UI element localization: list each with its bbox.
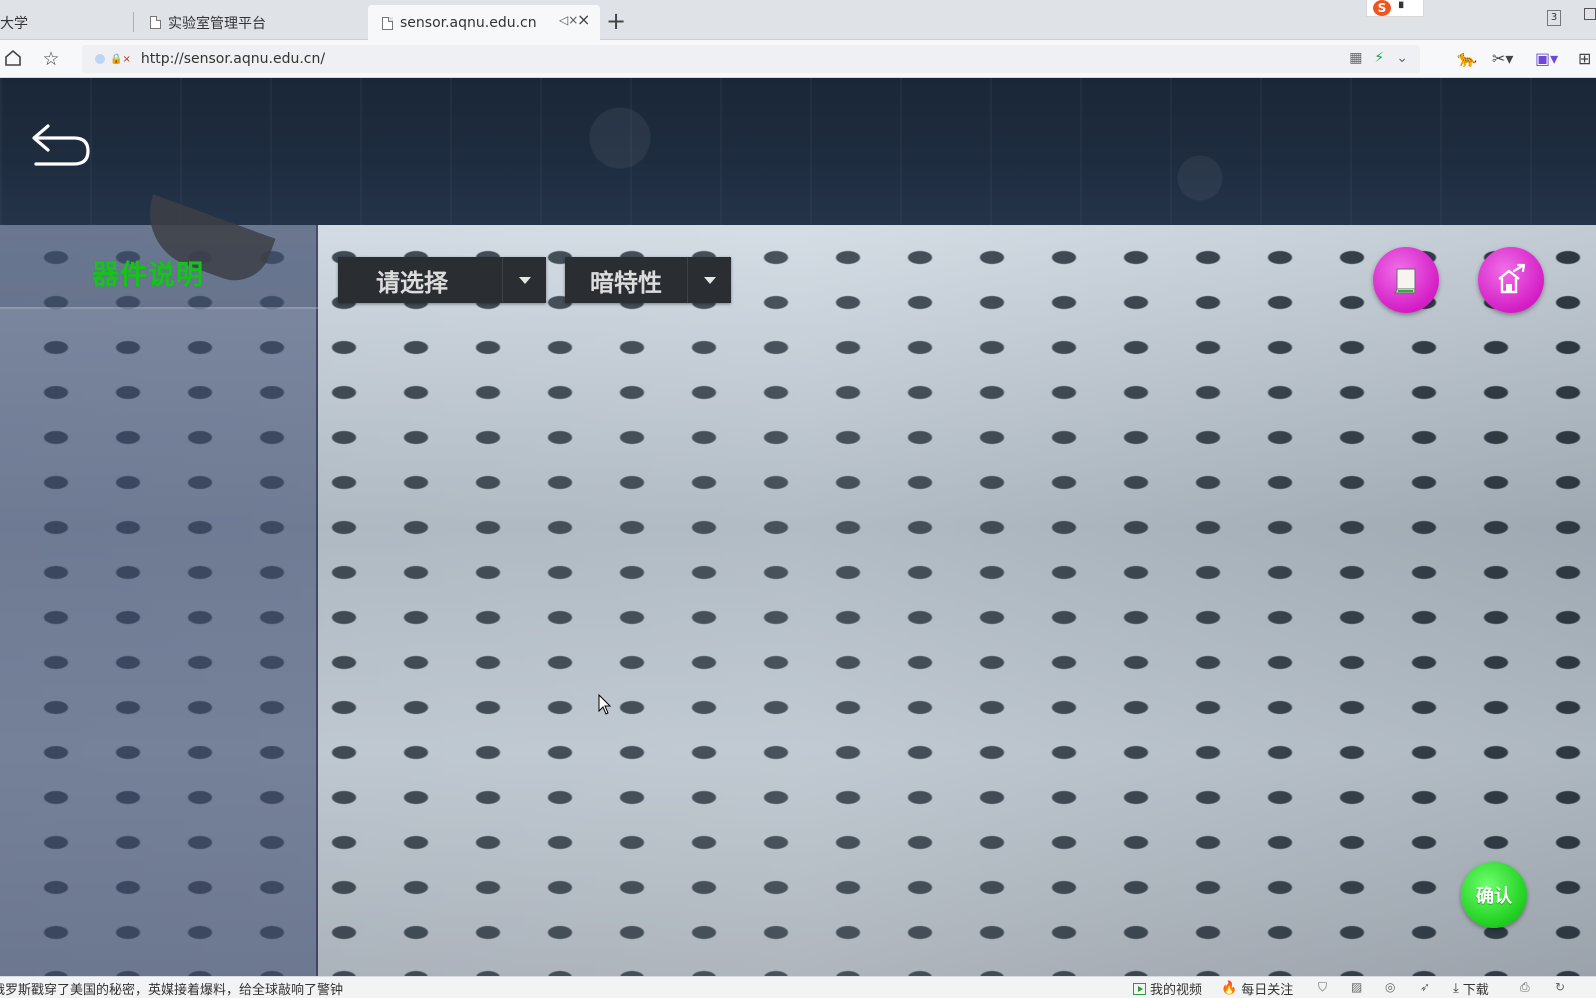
export-home-button[interactable] [1478,247,1544,313]
download-icon: ⤓ [1453,981,1459,996]
page-info-icon[interactable] [95,54,105,64]
shield-icon[interactable]: ⛉ [1318,980,1327,995]
bookmark-star-icon[interactable]: ☆ [40,48,62,70]
window-count-icon[interactable]: 3 [1547,10,1561,26]
sensor-lab-page: 器件说明 请选择 暗特性 确认 [0,78,1596,976]
printer-icon[interactable]: ⎙ [1520,980,1530,995]
device-info-panel: 器件说明 [0,194,318,976]
insecure-icon: 🔒× [110,53,131,65]
close-tab-icon[interactable]: × [577,10,590,29]
chevron-down-icon [502,257,546,303]
browser-status-bar: 俄罗斯戳穿了美国的秘密，英媒接着爆料，给全球敲响了警钟 我的视频 🔥 每日关注 … [0,976,1596,998]
speed-mode-icon[interactable]: ⚡ [1374,50,1384,66]
tab-separator [133,12,134,32]
address-bar[interactable]: 🔒× http://sensor.aqnu.edu.cn/ ▦ ⚡ ⌄ [82,45,1420,73]
screenshot-scissors-icon[interactable]: ✂▾ [1492,48,1513,70]
back-arrow-icon[interactable] [28,120,94,172]
qr-code-icon[interactable]: ▦ [1349,50,1362,66]
home-icon[interactable] [2,48,24,70]
mouse-cursor-icon [598,694,612,715]
component-select[interactable]: 请选择 [338,257,546,303]
header-banner [0,78,1596,225]
url-text[interactable]: http://sensor.aqnu.edu.cn/ [141,51,325,67]
rocket-icon[interactable]: ➶ [1420,980,1430,994]
confirm-button[interactable]: 确认 [1461,862,1527,928]
tab-university[interactable]: 大学 [0,5,28,40]
browser-tab-strip: 大学 实验室管理平台 sensor.aqnu.edu.cn ◁× × + S ▘… [0,0,1596,41]
sohu-logo[interactable]: S ▘ [1366,0,1424,17]
sohu-s-icon: S [1373,0,1391,16]
document-icon [382,16,393,30]
news-ticker[interactable]: 俄罗斯戳穿了美国的秘密，英媒接着爆料，给全球敲响了警钟 [0,979,343,998]
chevron-down-icon[interactable]: ⌄ [1396,50,1408,66]
tab-label: 大学 [0,15,28,32]
manual-book-button[interactable] [1373,247,1439,313]
refresh-icon[interactable]: ↻ [1555,980,1565,994]
chevron-down-icon [687,257,731,303]
browser-navbar: ☆ 🔒× http://sensor.aqnu.edu.cn/ ▦ ⚡ ⌄ 🐆 … [0,40,1596,78]
pin-icon: ▘ [1399,1,1408,15]
device-description-title[interactable]: 器件说明 [92,253,204,292]
apps-grid-icon[interactable]: ⊞ [1578,48,1591,70]
new-tab-icon[interactable]: + [606,7,626,35]
component-select-value: 请选择 [376,268,448,297]
translate-icon[interactable]: ▣▾ [1535,48,1558,70]
tab-label: sensor.aqnu.edu.cn [400,15,537,31]
play-icon [1133,982,1146,995]
property-select[interactable]: 暗特性 [565,257,731,303]
extension-fox-icon[interactable]: 🐆 [1457,48,1477,70]
tab-lab-management[interactable]: 实验室管理平台 [136,5,266,40]
tab-label: 实验室管理平台 [168,15,266,32]
image-icon[interactable]: ▨ [1351,980,1362,994]
property-select-value: 暗特性 [590,268,662,297]
mask-icon[interactable]: ◎ [1385,980,1395,994]
daily-follow-link[interactable]: 🔥 每日关注 [1221,979,1293,998]
window-restore-icon[interactable] [1584,8,1596,20]
document-icon [150,16,161,29]
book-icon [1394,268,1416,294]
home-export-icon [1498,263,1526,294]
mute-icon[interactable]: ◁× [559,13,578,27]
my-videos-link[interactable]: 我的视频 [1133,979,1202,998]
fire-icon: 🔥 [1221,981,1238,996]
download-link[interactable]: ⤓ 下载 [1453,979,1489,998]
